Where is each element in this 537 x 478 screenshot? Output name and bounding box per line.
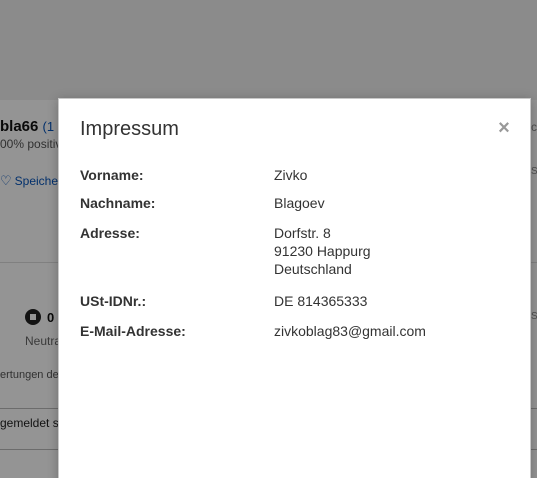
last-name-value: Blagoev (274, 195, 325, 211)
vat-id-value: DE 814365333 (274, 293, 368, 309)
impressum-dialog: Impressum × Vorname: Zivko Nachname: Bla… (58, 98, 531, 478)
address-country: Deutschland (274, 261, 352, 277)
first-name-label: Vorname: (80, 167, 144, 183)
close-icon[interactable]: × (495, 118, 513, 138)
vat-id-label: USt-IDNr.: (80, 293, 147, 309)
email-value[interactable]: zivkoblag83@gmail.com (274, 322, 426, 340)
first-name-value: Zivko (274, 167, 308, 183)
last-name-label: Nachname: (80, 195, 156, 211)
address-city: 91230 Happurg (274, 243, 371, 259)
dialog-title: Impressum (80, 118, 179, 140)
address-street: Dorfstr. 8 (274, 225, 331, 241)
email-label: E-Mail-Adresse: (80, 323, 186, 339)
page: bla66 (1 00% positiv ♡ Speiche 0 Neutra e… (0, 0, 537, 478)
address-label: Adresse: (80, 225, 140, 241)
